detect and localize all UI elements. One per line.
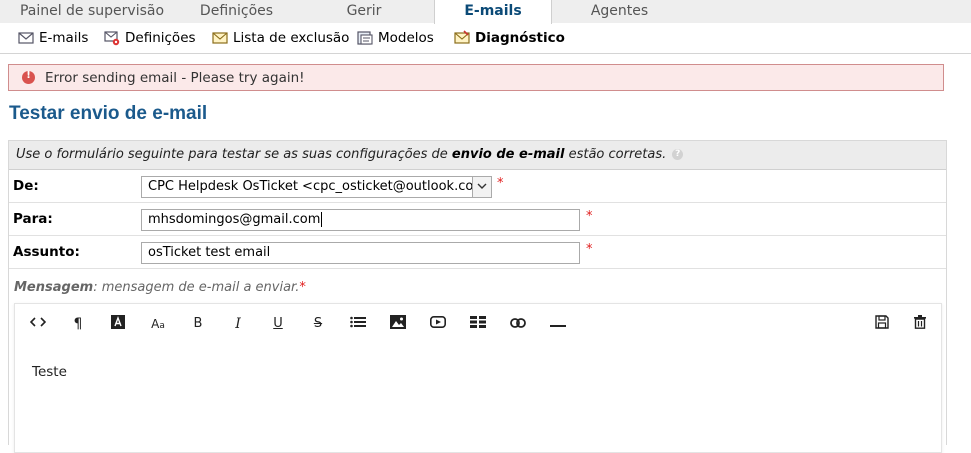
sub-navigation: E-mails Definições Lista de exclusão Mod… bbox=[0, 24, 971, 54]
help-icon[interactable]: ? bbox=[672, 149, 684, 160]
tab-agents[interactable]: Agentes bbox=[551, 0, 688, 23]
subnav-item-label: E-mails bbox=[39, 30, 89, 46]
bold-icon[interactable]: B bbox=[188, 315, 208, 333]
error-alert: Error sending email - Please try again! bbox=[8, 64, 944, 91]
subnav-item-emails[interactable]: E-mails bbox=[18, 24, 88, 53]
list-icon[interactable] bbox=[348, 315, 368, 333]
subnav-item-diagnostic[interactable]: Diagnóstico bbox=[454, 24, 565, 53]
subject-row: Assunto: osTicket test email * bbox=[9, 236, 946, 269]
from-label: De: bbox=[13, 178, 39, 194]
strikethrough-icon[interactable]: S bbox=[308, 315, 328, 333]
test-email-form: Use o formulário seguinte para testar se… bbox=[8, 140, 947, 453]
subject-input[interactable]: osTicket test email bbox=[141, 242, 580, 264]
table-icon[interactable] bbox=[468, 315, 488, 333]
subnav-item-label: Lista de exclusão bbox=[233, 30, 350, 46]
video-icon[interactable] bbox=[428, 315, 448, 333]
message-label: Mensagem: mensagem de e-mail a enviar.* bbox=[14, 280, 306, 295]
required-marker: * bbox=[497, 176, 504, 191]
subnav-item-banlist[interactable]: Lista de exclusão bbox=[212, 24, 349, 53]
intro-text: Use o formulário seguinte para testar se… bbox=[16, 141, 684, 169]
email-settings-icon bbox=[104, 28, 120, 46]
envelope-icon bbox=[18, 28, 34, 44]
tab-emails[interactable]: E-mails bbox=[434, 0, 552, 24]
tab-settings[interactable]: Definições bbox=[184, 0, 289, 23]
editor-toolbar: ¶ Aa B I U S bbox=[15, 304, 941, 344]
form-intro: Use o formulário seguinte para testar se… bbox=[9, 141, 946, 170]
save-icon[interactable] bbox=[872, 315, 892, 333]
code-view-icon[interactable] bbox=[28, 315, 48, 333]
error-icon bbox=[22, 70, 35, 84]
subnav-item-label: Diagnóstico bbox=[475, 30, 565, 46]
trash-icon[interactable] bbox=[910, 315, 930, 333]
link-icon[interactable] bbox=[508, 315, 528, 333]
subject-label: Assunto: bbox=[13, 244, 80, 260]
alert-message: Error sending email - Please try again! bbox=[45, 70, 305, 86]
to-input[interactable]: mhsdomingos@gmail.com bbox=[141, 209, 580, 231]
underline-icon[interactable]: U bbox=[268, 315, 288, 333]
chevron-down-icon[interactable] bbox=[472, 177, 491, 197]
to-label: Para: bbox=[13, 211, 53, 227]
subnav-item-templates[interactable]: Modelos bbox=[357, 24, 434, 53]
image-icon[interactable] bbox=[388, 315, 408, 333]
editor-content[interactable]: Teste bbox=[32, 364, 67, 380]
tab-dashboard[interactable]: Painel de supervisão bbox=[0, 0, 184, 23]
horizontal-rule-icon[interactable] bbox=[548, 315, 568, 333]
required-marker: * bbox=[586, 209, 593, 224]
required-marker: * bbox=[586, 242, 593, 257]
tab-manage[interactable]: Gerir bbox=[289, 0, 439, 23]
to-row: Para: mhsdomingos@gmail.com * bbox=[9, 203, 946, 236]
rich-text-editor: ¶ Aa B I U S Teste bbox=[14, 303, 942, 453]
paragraph-icon[interactable]: ¶ bbox=[68, 315, 88, 333]
from-row: De: CPC Helpdesk OsTicket <cpc_osticket@… bbox=[9, 170, 946, 203]
text-color-icon[interactable] bbox=[108, 315, 128, 333]
banlist-icon bbox=[212, 28, 228, 44]
templates-icon bbox=[357, 28, 373, 45]
subnav-item-label: Definições bbox=[125, 30, 196, 46]
subnav-item-label: Modelos bbox=[378, 30, 434, 46]
italic-icon[interactable]: I bbox=[228, 315, 248, 333]
diagnostic-icon bbox=[454, 28, 470, 44]
subnav-item-settings[interactable]: Definições bbox=[104, 24, 196, 53]
font-size-icon[interactable]: Aa bbox=[148, 315, 168, 333]
top-navigation: Painel de supervisão Definições Gerir E-… bbox=[0, 0, 971, 24]
page-title: Testar envio de e-mail bbox=[9, 103, 208, 124]
from-select[interactable]: CPC Helpdesk OsTicket <cpc_osticket@outl… bbox=[141, 176, 492, 198]
